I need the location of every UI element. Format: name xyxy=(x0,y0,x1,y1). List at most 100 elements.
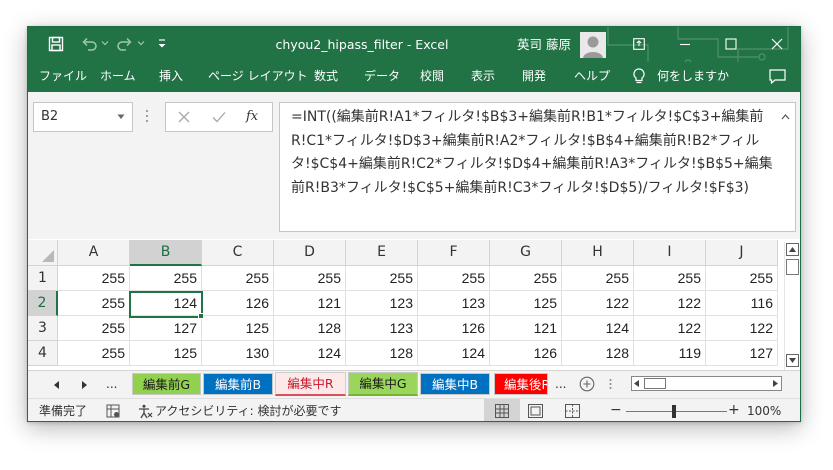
tab-review[interactable]: 校閲 xyxy=(420,62,444,92)
sheet-tab[interactable]: 編集中G xyxy=(348,372,418,396)
tab-home[interactable]: ホーム xyxy=(100,62,136,92)
column-header[interactable]: D xyxy=(274,240,346,266)
row-header[interactable]: 1 xyxy=(28,266,58,291)
cancel-icon[interactable] xyxy=(178,111,190,123)
cell[interactable]: 255 xyxy=(58,291,130,316)
save-icon[interactable] xyxy=(48,36,64,52)
scroll-up-button[interactable] xyxy=(786,243,799,256)
lightbulb-icon[interactable] xyxy=(632,68,646,85)
cell[interactable]: 124 xyxy=(274,341,346,366)
horizontal-scrollbar[interactable] xyxy=(631,376,782,391)
macro-record-icon[interactable] xyxy=(106,404,120,418)
row-header-selected[interactable]: 2 xyxy=(28,291,58,316)
cell[interactable]: 116 xyxy=(706,291,778,316)
scroll-thumb[interactable] xyxy=(786,259,799,275)
fill-handle[interactable] xyxy=(198,313,204,319)
cell[interactable]: 122 xyxy=(634,316,706,341)
triangle-left-icon[interactable] xyxy=(634,380,639,387)
cell[interactable]: 123 xyxy=(346,291,418,316)
chevron-up-icon[interactable] xyxy=(781,113,790,120)
cell[interactable]: 123 xyxy=(418,291,490,316)
cell[interactable]: 127 xyxy=(706,341,778,366)
column-header[interactable]: H xyxy=(562,240,634,266)
zoom-slider-thumb[interactable] xyxy=(672,405,676,418)
cell[interactable]: 121 xyxy=(274,291,346,316)
cell[interactable]: 126 xyxy=(418,316,490,341)
cell[interactable]: 255 xyxy=(634,266,706,291)
active-cell-value[interactable]: 124 xyxy=(130,291,202,316)
more-sheets-left[interactable]: ... xyxy=(106,376,117,392)
column-header[interactable]: A xyxy=(58,240,130,266)
drag-handle-icon[interactable] xyxy=(145,108,149,124)
sheet-tab[interactable]: 編集前G xyxy=(132,373,201,395)
column-header[interactable]: J xyxy=(706,240,778,266)
avatar[interactable] xyxy=(580,32,606,58)
triangle-right-icon[interactable] xyxy=(773,380,778,387)
enter-check-icon[interactable] xyxy=(212,111,226,123)
cell[interactable]: 122 xyxy=(562,291,634,316)
customize-qat-icon[interactable] xyxy=(157,38,167,50)
previous-sheet-icon[interactable] xyxy=(53,381,59,389)
column-header[interactable]: C xyxy=(202,240,274,266)
user-name[interactable]: 英司 藤原 xyxy=(517,27,571,62)
sheet-tab[interactable]: 編集中B xyxy=(420,373,490,395)
cell[interactable]: 130 xyxy=(202,341,274,366)
cell[interactable]: 255 xyxy=(346,266,418,291)
tell-me-search[interactable]: 何をしますか xyxy=(657,62,729,92)
scroll-down-button[interactable] xyxy=(786,354,799,367)
accessibility-status[interactable]: アクセシビリティ: 検討が必要です xyxy=(155,399,342,421)
minimize-button[interactable] xyxy=(662,27,708,62)
cell[interactable]: 124 xyxy=(562,316,634,341)
cell[interactable]: 255 xyxy=(130,266,202,291)
cell[interactable]: 126 xyxy=(490,341,562,366)
tab-file[interactable]: ファイル xyxy=(39,62,87,92)
cell[interactable]: 255 xyxy=(274,266,346,291)
column-header-selected[interactable]: B xyxy=(130,240,202,266)
tab-formulas[interactable]: 数式 xyxy=(314,62,338,92)
cell[interactable]: 255 xyxy=(58,266,130,291)
cell[interactable]: 255 xyxy=(562,266,634,291)
cell[interactable]: 121 xyxy=(490,316,562,341)
sheet-tab[interactable]: 編集前B xyxy=(203,373,273,395)
undo-icon[interactable] xyxy=(80,35,98,53)
zoom-in-button[interactable]: + xyxy=(728,399,740,421)
tab-developer[interactable]: 開発 xyxy=(522,62,546,92)
cell[interactable]: 126 xyxy=(202,291,274,316)
cell[interactable]: 123 xyxy=(346,316,418,341)
row-header[interactable]: 3 xyxy=(28,316,58,341)
zoom-level[interactable]: 100% xyxy=(747,399,781,421)
sheet-tab-active[interactable]: 編集中R xyxy=(275,372,346,396)
tab-help[interactable]: ヘルプ xyxy=(574,62,610,92)
tab-view[interactable]: 表示 xyxy=(471,62,495,92)
name-box[interactable]: B2 xyxy=(33,102,133,132)
tab-insert[interactable]: 挿入 xyxy=(159,62,183,92)
accessibility-icon[interactable] xyxy=(138,404,153,419)
cell[interactable]: 125 xyxy=(130,341,202,366)
cell[interactable]: 127 xyxy=(130,316,202,341)
close-button[interactable] xyxy=(754,27,800,62)
page-layout-icon[interactable] xyxy=(528,404,543,418)
tab-data[interactable]: データ xyxy=(364,62,400,92)
ribbon-display-options-button[interactable] xyxy=(616,27,662,62)
cell[interactable]: 255 xyxy=(490,266,562,291)
select-all-button[interactable] xyxy=(28,240,58,266)
formula-input[interactable]: =INT((編集前R!A1*フィルタ!$B$3+編集前R!B1*フィルタ!$C$… xyxy=(279,102,796,232)
redo-icon[interactable] xyxy=(116,35,134,53)
sheet-tab[interactable]: 編集後R xyxy=(494,373,548,395)
column-header[interactable]: G xyxy=(490,240,562,266)
cell[interactable]: 119 xyxy=(634,341,706,366)
cell[interactable]: 125 xyxy=(490,291,562,316)
formula-text[interactable]: =INT((編集前R!A1*フィルタ!$B$3+編集前R!B1*フィルタ!$C$… xyxy=(291,106,777,200)
column-header[interactable]: I xyxy=(634,240,706,266)
row-header[interactable]: 4 xyxy=(28,341,58,366)
comment-icon[interactable] xyxy=(769,69,786,84)
page-break-preview-icon[interactable] xyxy=(565,404,580,418)
cell[interactable]: 125 xyxy=(202,316,274,341)
cell[interactable]: 255 xyxy=(418,266,490,291)
cell[interactable]: 122 xyxy=(706,316,778,341)
maximize-button[interactable] xyxy=(708,27,754,62)
cell[interactable]: 255 xyxy=(58,341,130,366)
vertical-scrollbar[interactable] xyxy=(784,242,800,370)
undo-dropdown-icon[interactable] xyxy=(101,39,109,47)
zoom-slider-track[interactable] xyxy=(626,411,727,412)
